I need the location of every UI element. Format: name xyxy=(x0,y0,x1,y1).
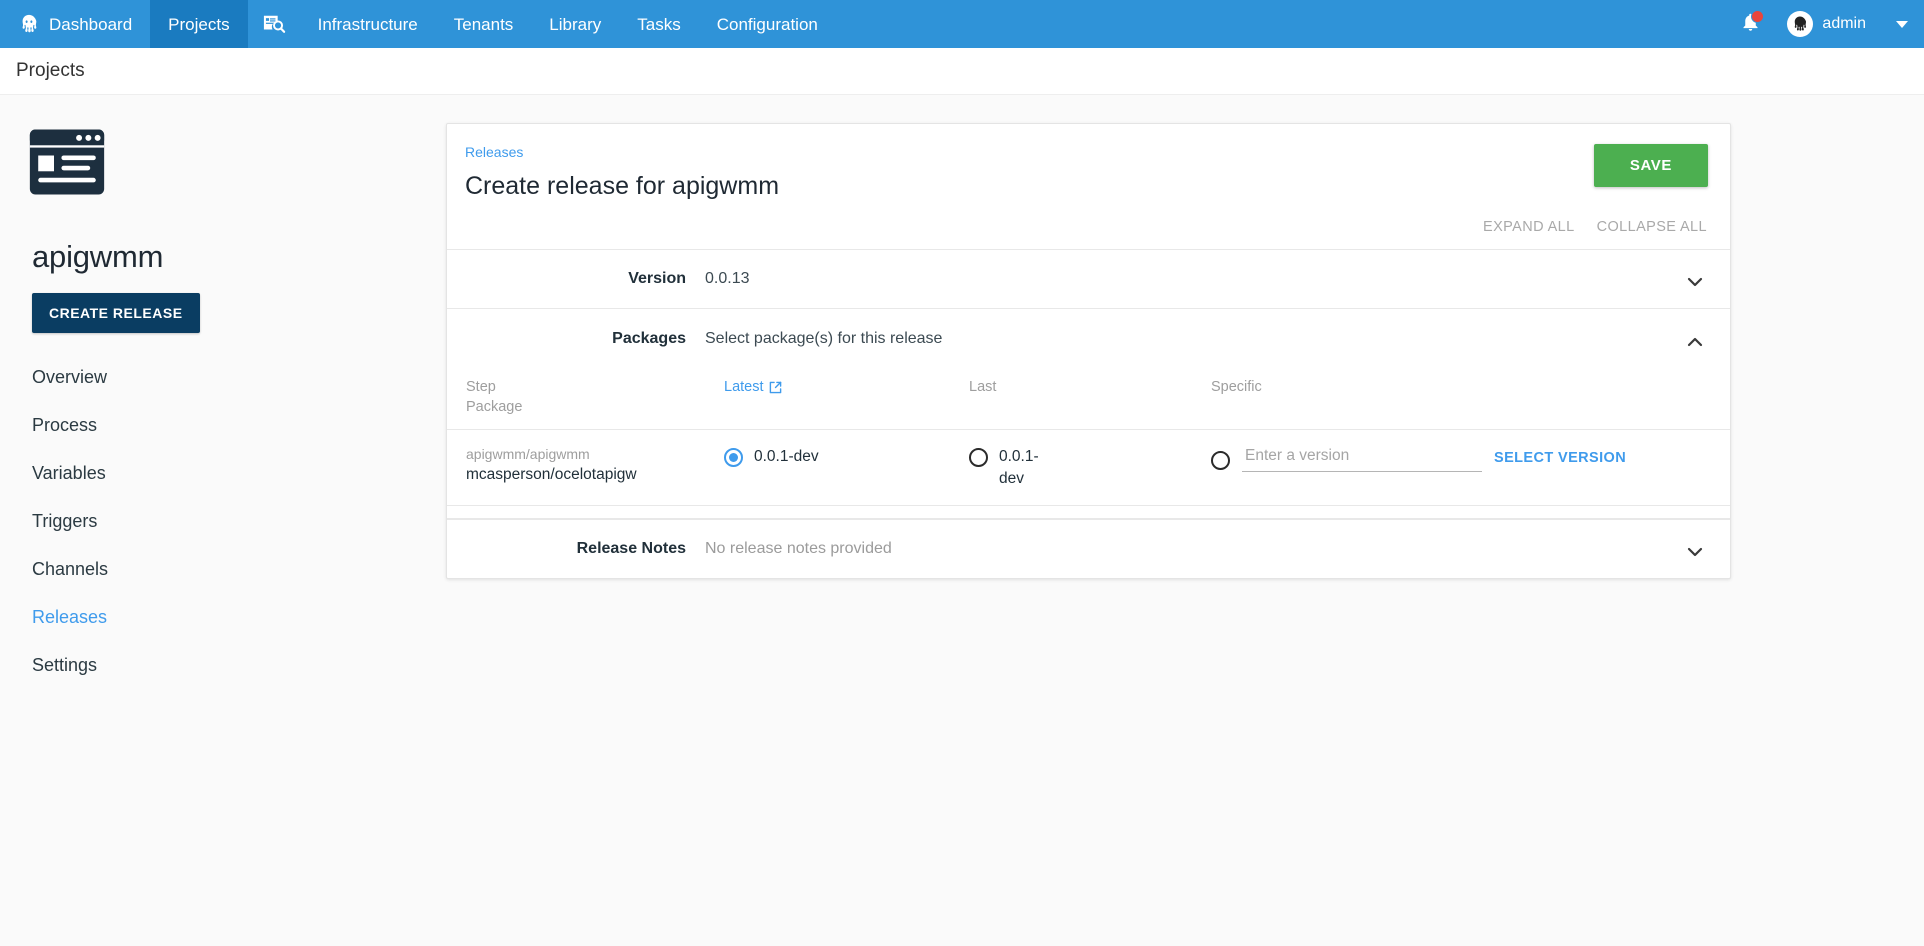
card-header: Releases Create release for apigwmm SAVE xyxy=(447,124,1730,201)
header-latest-link[interactable]: Latest xyxy=(724,378,782,398)
breadcrumb-bar: Projects xyxy=(0,48,1924,95)
sidebar-item-variables[interactable]: Variables xyxy=(18,455,446,492)
latest-version-value: 0.0.1-dev xyxy=(754,444,819,467)
chevron-up-icon[interactable] xyxy=(1687,334,1703,344)
chevron-down-icon[interactable] xyxy=(1687,274,1703,284)
column-step-package: Step Package xyxy=(447,378,724,417)
nav-item-label: Projects xyxy=(168,16,229,33)
latest-cell: 0.0.1-dev xyxy=(724,444,969,467)
page-body: apigwmm CREATE RELEASE Overview Process … xyxy=(0,95,1924,945)
package-identity-cell: apigwmm/apigwmm mcasperson/ocelotapigw xyxy=(447,444,724,487)
collapse-all-button[interactable]: COLLAPSE ALL xyxy=(1597,219,1707,235)
sidebar-item-settings[interactable]: Settings xyxy=(18,647,446,684)
header-specific: Specific xyxy=(1211,378,1708,398)
specific-cell: SELECT VERSION xyxy=(1211,444,1730,472)
navbar-items: Dashboard Projects Infrastructure xyxy=(0,0,836,48)
sidebar-item-channels[interactable]: Channels xyxy=(18,551,446,588)
packages-table-header: Step Package Latest xyxy=(447,368,1730,430)
table-row: apigwmm/apigwmm mcasperson/ocelotapigw 0… xyxy=(447,430,1730,506)
save-button[interactable]: SAVE xyxy=(1594,144,1708,187)
packages-value: Select package(s) for this release xyxy=(705,330,1687,348)
column-specific: Specific xyxy=(1211,378,1730,417)
packages-section: Packages Select package(s) for this rele… xyxy=(447,309,1730,520)
expand-all-button[interactable]: EXPAND ALL xyxy=(1483,219,1575,235)
packages-row[interactable]: Packages Select package(s) for this rele… xyxy=(447,309,1730,368)
header-package: Package xyxy=(466,398,724,418)
nav-item-library[interactable]: Library xyxy=(531,0,619,48)
version-value: 0.0.13 xyxy=(705,270,1687,288)
expand-collapse-controls: EXPAND ALL COLLAPSE ALL xyxy=(447,201,1730,250)
project-window-icon xyxy=(18,184,106,201)
version-row[interactable]: Version 0.0.13 xyxy=(447,250,1730,309)
page-title: apigwmm xyxy=(32,239,446,275)
last-version-radio[interactable] xyxy=(969,448,988,467)
main-content: Releases Create release for apigwmm SAVE… xyxy=(446,95,1731,579)
sidebar-nav: Overview Process Variables Triggers Chan… xyxy=(18,359,446,684)
octopus-icon xyxy=(18,13,40,35)
nav-item-projects[interactable]: Projects xyxy=(150,0,247,48)
breadcrumb: Projects xyxy=(16,60,85,82)
package-name: mcasperson/ocelotapigw xyxy=(466,464,724,486)
nav-item-label: Library xyxy=(549,16,601,33)
sidebar-item-overview[interactable]: Overview xyxy=(18,359,446,396)
last-version-value: 0.0.1-dev xyxy=(999,444,1051,489)
chevron-down-icon[interactable] xyxy=(1687,544,1703,554)
external-link-icon xyxy=(769,381,782,394)
create-release-card: Releases Create release for apigwmm SAVE… xyxy=(446,123,1731,579)
user-menu[interactable]: admin xyxy=(1773,11,1876,37)
releases-breadcrumb-link[interactable]: Releases xyxy=(465,144,523,160)
table-spacer-row xyxy=(447,506,1730,519)
last-cell: 0.0.1-dev xyxy=(969,444,1211,489)
release-notes-value: No release notes provided xyxy=(705,540,1687,558)
user-name: admin xyxy=(1822,15,1866,33)
card-title: Create release for apigwmm xyxy=(465,172,779,201)
specific-version-input[interactable] xyxy=(1242,444,1482,472)
release-notes-label: Release Notes xyxy=(447,540,705,558)
notifications-button[interactable] xyxy=(1727,0,1773,48)
packages-label: Packages xyxy=(447,330,705,348)
select-version-button[interactable]: SELECT VERSION xyxy=(1494,450,1626,466)
sidebar-item-releases[interactable]: Releases xyxy=(18,599,446,636)
card-header-text: Releases Create release for apigwmm xyxy=(465,144,779,201)
nav-item-label: Tenants xyxy=(454,16,514,33)
nav-item-label: Infrastructure xyxy=(318,16,418,33)
specific-version-radio[interactable] xyxy=(1211,451,1230,470)
octopus-avatar-icon xyxy=(1791,15,1809,33)
top-navbar: Dashboard Projects Infrastructure xyxy=(0,0,1924,48)
nav-item-label: Tasks xyxy=(637,16,680,33)
chevron-down-icon[interactable] xyxy=(1896,21,1908,28)
nav-item-dashboard[interactable]: Dashboard xyxy=(0,0,150,48)
create-release-button[interactable]: CREATE RELEASE xyxy=(32,293,200,333)
notification-badge xyxy=(1751,10,1764,23)
header-latest-label: Latest xyxy=(724,378,764,398)
package-step-name: apigwmm/apigwmm xyxy=(466,444,724,464)
version-label: Version xyxy=(447,270,705,288)
header-last: Last xyxy=(969,378,1211,398)
nav-item-tasks[interactable]: Tasks xyxy=(619,0,698,48)
header-step: Step xyxy=(466,378,724,398)
sidebar-item-process[interactable]: Process xyxy=(18,407,446,444)
column-latest: Latest xyxy=(724,378,969,417)
avatar xyxy=(1787,11,1813,37)
nav-item-label: Configuration xyxy=(717,16,818,33)
column-last: Last xyxy=(969,378,1211,417)
nav-item-label: Dashboard xyxy=(49,16,132,33)
release-notes-row[interactable]: Release Notes No release notes provided xyxy=(447,520,1730,578)
nav-item-configuration[interactable]: Configuration xyxy=(699,0,836,48)
latest-version-radio[interactable] xyxy=(724,448,743,467)
navbar-right-group: admin xyxy=(1727,0,1924,48)
nav-item-tenants[interactable]: Tenants xyxy=(436,0,532,48)
nav-item-search[interactable] xyxy=(248,0,300,48)
packages-table: Step Package Latest xyxy=(447,368,1730,519)
project-sidebar: apigwmm CREATE RELEASE Overview Process … xyxy=(0,95,446,695)
sidebar-item-triggers[interactable]: Triggers xyxy=(18,503,446,540)
document-search-icon xyxy=(262,13,286,35)
nav-item-infrastructure[interactable]: Infrastructure xyxy=(300,0,436,48)
